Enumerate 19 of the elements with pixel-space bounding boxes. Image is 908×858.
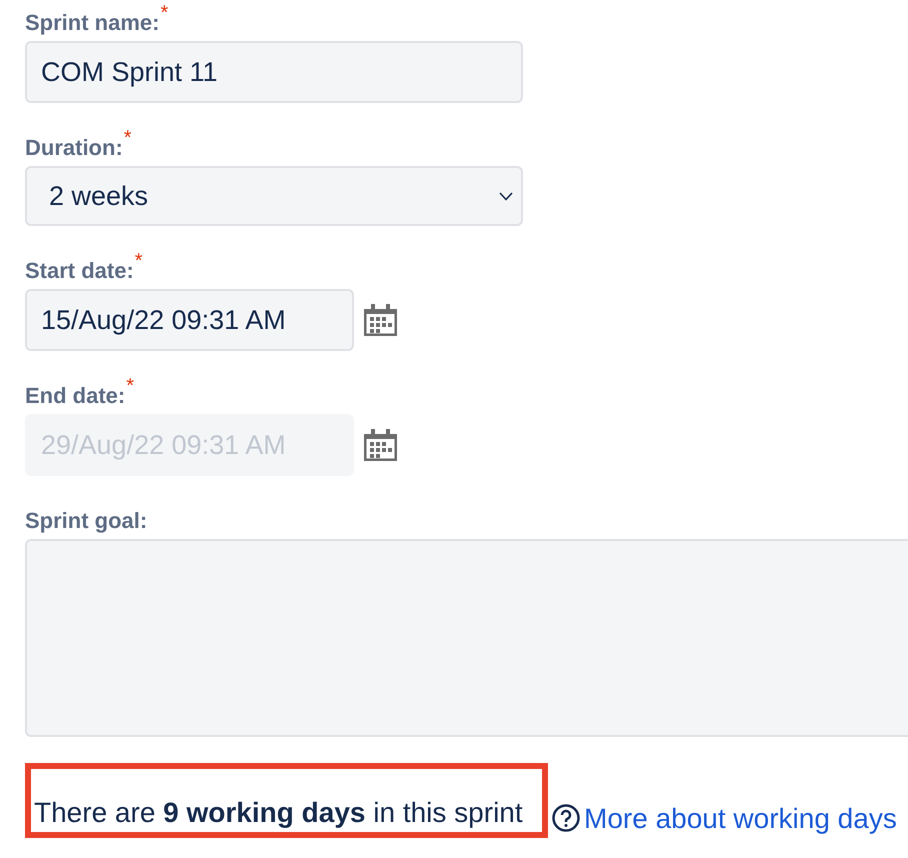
duration-select[interactable]: 2 weeks xyxy=(25,166,523,226)
field-label: Start date: xyxy=(25,257,134,285)
field-label: End date: xyxy=(25,382,126,410)
date-input[interactable]: 15/Aug/22 09:31 AM xyxy=(25,289,354,351)
help-icon[interactable] xyxy=(552,804,580,832)
required-mark: * xyxy=(126,378,134,394)
calendar-icon[interactable] xyxy=(364,304,397,336)
field-label: Sprint name: xyxy=(25,9,160,37)
textarea-field[interactable] xyxy=(25,539,908,737)
field-label: Sprint goal: xyxy=(25,507,148,535)
field-label: Duration: xyxy=(25,134,123,162)
required-mark: * xyxy=(160,5,168,21)
required-mark: * xyxy=(134,253,143,269)
text-input[interactable]: COM Sprint 11 xyxy=(25,41,523,103)
working-days-text: There are 9 working days in this sprint xyxy=(34,797,523,829)
chevron-down-icon xyxy=(499,192,513,200)
required-mark: * xyxy=(124,130,132,146)
calendar-icon[interactable] xyxy=(364,429,397,461)
working-days-link[interactable]: More about working days xyxy=(584,803,897,835)
